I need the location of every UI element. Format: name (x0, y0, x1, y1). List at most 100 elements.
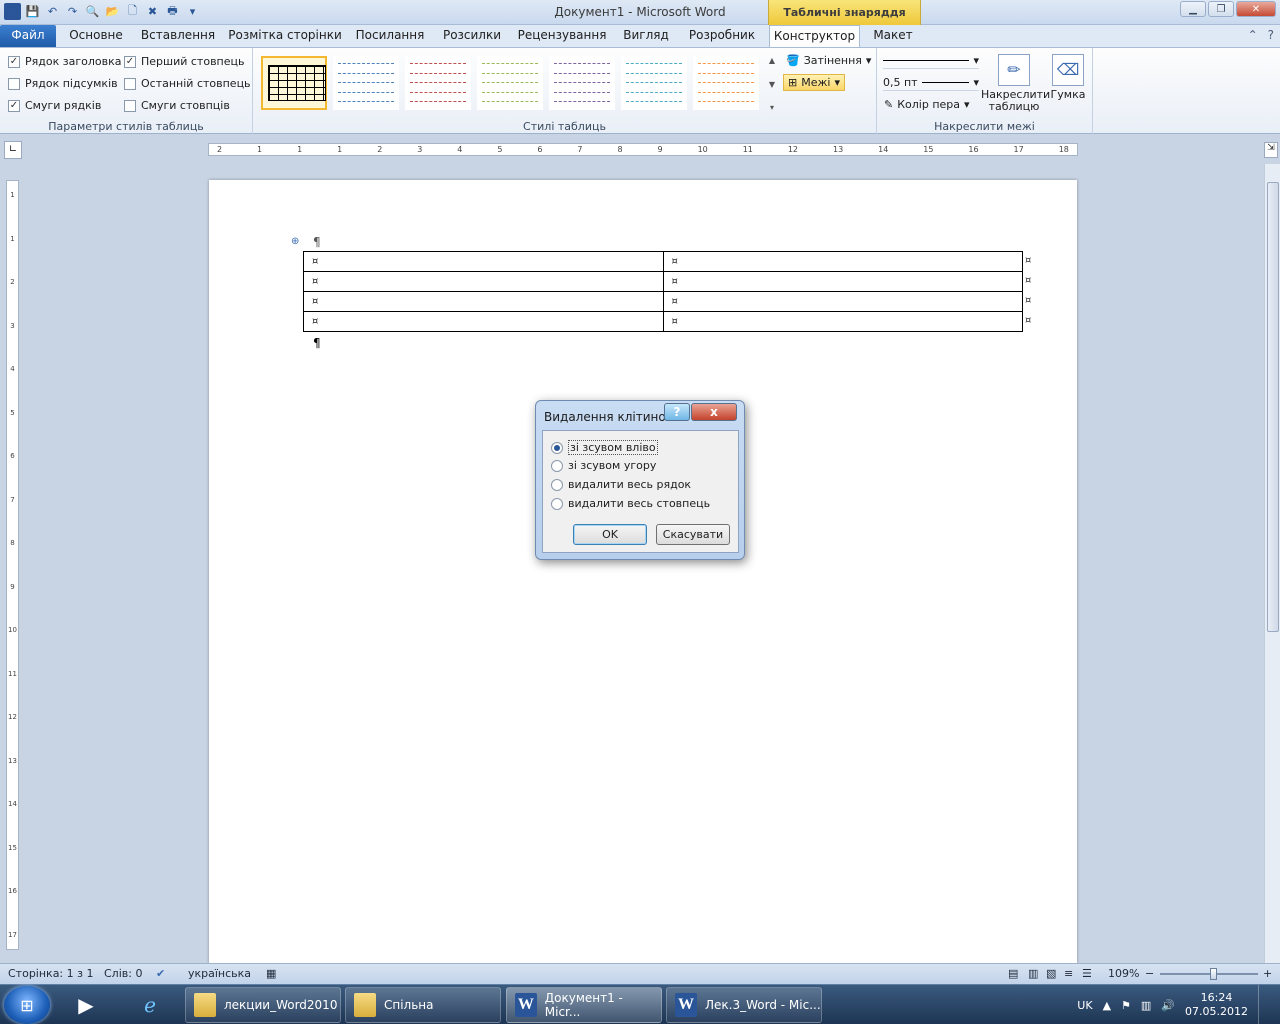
table-style-orange[interactable] (693, 56, 759, 110)
web-layout-icon[interactable]: ▧ (1046, 967, 1056, 980)
draw-table-button[interactable]: ✏ Накреслити таблицю (981, 54, 1050, 113)
table-cell[interactable]: ¤ (303, 291, 664, 312)
media-player-icon[interactable]: ▶ (66, 988, 106, 1022)
table-style-blue[interactable] (333, 56, 399, 110)
shift-left-radio[interactable]: зі зсувом вліво (551, 440, 658, 455)
delete-row-radio[interactable]: видалити весь рядок (551, 478, 691, 491)
print-layout-view-icon[interactable]: ▤ (1008, 967, 1018, 980)
table-cell[interactable]: ¤ (303, 311, 664, 332)
minimize-icon[interactable]: ▁ (1180, 1, 1206, 17)
banded-rows-checkbox[interactable]: ✓ Смуги рядків (8, 99, 101, 112)
shading-button[interactable]: 🪣 Затінення ▾ (786, 54, 871, 67)
save-icon[interactable]: 💾 (24, 3, 41, 20)
language-indicator[interactable]: UK (1077, 999, 1092, 1012)
zoom-in-button[interactable]: + (1263, 967, 1272, 980)
tab-page-layout[interactable]: Розмітка сторінки (226, 25, 344, 47)
quick-print-icon[interactable]: 🖶 (164, 3, 181, 20)
table-cell[interactable]: ¤ (303, 271, 664, 292)
tab-home[interactable]: Основне (62, 25, 130, 47)
pen-color-button[interactable]: ✎ Колір пера ▾ (884, 98, 970, 111)
line-style-select[interactable]: ▾ (883, 53, 979, 69)
tab-mailings[interactable]: Розсилки (436, 25, 508, 47)
network-icon[interactable]: ▥ (1141, 999, 1151, 1012)
minimize-ribbon-icon[interactable]: ⌃ (1248, 28, 1258, 42)
table-style-grid[interactable] (261, 56, 327, 110)
view-ruler-icon[interactable]: ⇲ (1264, 142, 1278, 158)
zoom-slider[interactable] (1160, 968, 1258, 980)
scroll-thumb[interactable] (1267, 182, 1279, 632)
start-button[interactable]: ⊞ (4, 986, 50, 1024)
line-weight-select[interactable]: 0,5 пт ▾ (883, 75, 979, 91)
task-word-lecture3[interactable]: W Лек.3_Word - Mic... (666, 987, 822, 1023)
tab-references[interactable]: Посилання (350, 25, 430, 47)
horizontal-ruler[interactable]: 2 1 1 1 2 3 4 5 6 7 8 9 10 11 12 13 14 15 16 17 18 (208, 143, 1078, 156)
table-cell[interactable]: ¤ (662, 291, 1023, 312)
first-column-checkbox[interactable]: ✓ Перший стовпець (124, 55, 244, 68)
macro-recording-icon[interactable]: ▦ (266, 967, 276, 980)
table-style-purple[interactable] (549, 56, 615, 110)
header-row-checkbox[interactable]: ✓ Рядок заголовка (8, 55, 121, 68)
tab-selector-icon[interactable]: ∟ (4, 141, 22, 159)
outline-view-icon[interactable]: ≡ (1064, 967, 1073, 980)
volume-icon[interactable]: 🔊 (1161, 999, 1175, 1012)
help-icon[interactable]: ? (1268, 28, 1274, 42)
full-screen-reading-icon[interactable]: ▥ (1028, 967, 1038, 980)
gallery-more-icon[interactable]: ▾ (765, 103, 779, 112)
eraser-button[interactable]: ⌫ Гумка (1050, 54, 1086, 101)
new-document-icon[interactable]: 🗋 (124, 3, 141, 20)
print-preview-icon[interactable]: 🔍 (84, 3, 101, 20)
draft-view-icon[interactable]: ☰ (1082, 967, 1092, 980)
language-indicator[interactable]: українська (188, 967, 251, 980)
gallery-down-icon[interactable]: ▼ (765, 80, 779, 89)
close-icon[interactable]: ✕ (1236, 1, 1276, 17)
table-style-red[interactable] (405, 56, 471, 110)
table-cell[interactable]: ¤ (662, 271, 1023, 292)
tab-layout[interactable]: Макет (866, 25, 920, 47)
dialog-help-button[interactable]: ? (664, 403, 690, 421)
restore-icon[interactable]: ❐ (1208, 1, 1234, 17)
delete-column-radio[interactable]: видалити весь стовпець (551, 497, 710, 510)
table-cell[interactable]: ¤ (303, 251, 664, 272)
banded-columns-checkbox[interactable]: Смуги стовпців (124, 99, 230, 112)
action-center-icon[interactable]: ⚑ (1121, 999, 1131, 1012)
task-folder-shared[interactable]: Спільна (345, 987, 501, 1023)
clock[interactable]: 16:24 07.05.2012 (1185, 991, 1248, 1019)
show-hidden-icons-icon[interactable]: ▲ (1103, 999, 1111, 1012)
gallery-up-icon[interactable]: ▲ (765, 56, 779, 65)
table-style-green[interactable] (477, 56, 543, 110)
last-column-checkbox[interactable]: Останній стовпець (124, 77, 251, 90)
total-row-checkbox[interactable]: Рядок підсумків (8, 77, 118, 90)
vertical-scrollbar[interactable] (1264, 164, 1280, 964)
tab-insert[interactable]: Вставлення (136, 25, 220, 47)
word-count[interactable]: Слів: 0 (104, 967, 142, 980)
tab-developer[interactable]: Розробник (682, 25, 762, 47)
zoom-out-button[interactable]: − (1145, 967, 1154, 980)
table-cell[interactable]: ¤ (662, 311, 1023, 332)
show-desktop-button[interactable] (1258, 985, 1270, 1024)
undo-icon[interactable]: ↶ (44, 3, 61, 20)
borders-button[interactable]: ⊞ Межі ▾ (783, 74, 845, 91)
tab-file[interactable]: Файл (0, 25, 56, 47)
tab-review[interactable]: Рецензування (514, 25, 610, 47)
open-icon[interactable]: 📂 (104, 3, 121, 20)
close-document-icon[interactable]: ✖ (144, 3, 161, 20)
document-table[interactable]: ¤ ¤ ¤ ¤ ¤ ¤ ¤ ¤ (303, 251, 1023, 332)
dialog-close-button[interactable]: x (691, 403, 737, 421)
zoom-level[interactable]: 109% (1108, 967, 1139, 980)
ok-button[interactable]: OK (573, 524, 647, 545)
customize-qat-icon[interactable]: ▾ (184, 3, 201, 20)
shift-up-radio[interactable]: зі зсувом угору (551, 459, 656, 472)
proofing-icon[interactable]: ✔ (156, 967, 165, 980)
word-app-icon[interactable]: W (4, 3, 21, 20)
page-count[interactable]: Сторінка: 1 з 1 (8, 967, 93, 980)
internet-explorer-icon[interactable]: ℯ (130, 988, 170, 1022)
tab-view[interactable]: Вигляд (616, 25, 676, 47)
document-page[interactable]: ⊕ ¶ ¤ ¤ ¤ ¤ ¤ ¤ ¤ ¤ ¶ ¤ ¤ ¤ ¤ (209, 180, 1077, 964)
table-move-handle-icon[interactable]: ⊕ (291, 236, 299, 247)
vertical-ruler[interactable]: 1 1 2 3 4 5 6 7 8 9 10 11 12 13 14 15 16 17 (6, 180, 19, 950)
zoom-slider-thumb[interactable] (1209, 968, 1217, 980)
table-style-aqua[interactable] (621, 56, 687, 110)
redo-icon[interactable]: ↷ (64, 3, 81, 20)
task-word-document1[interactable]: W Документ1 - Micr... (506, 987, 662, 1023)
cancel-button[interactable]: Скасувати (656, 524, 730, 545)
